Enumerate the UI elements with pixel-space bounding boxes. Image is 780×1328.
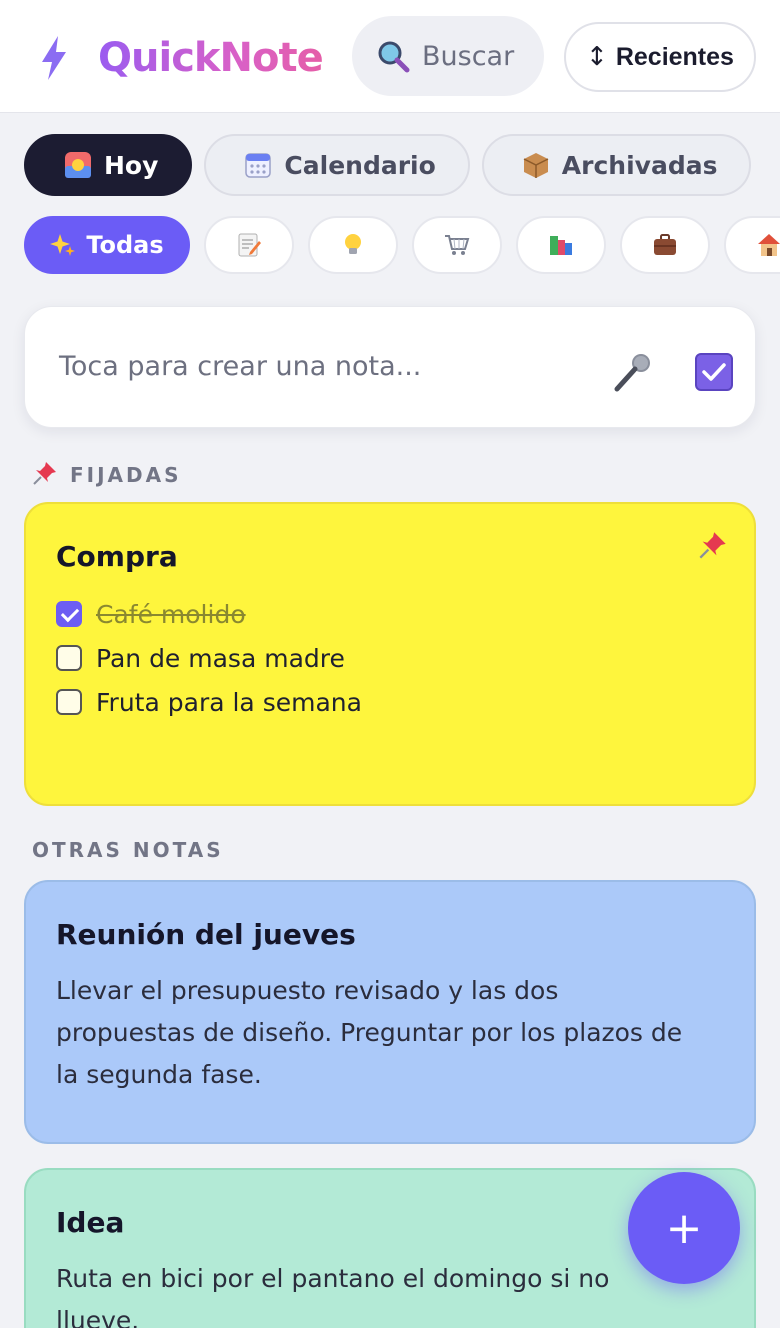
tab-archived-label: Archivadas [561,150,718,180]
memo-icon [238,233,261,257]
pushpin-icon[interactable] [698,530,728,560]
checklist-icon[interactable] [695,353,733,391]
house-icon [758,234,780,256]
note-body: Llevar el presupuesto revisado y las dos… [56,976,683,1089]
note-card-reunion[interactable]: Reunión del jueves Llevar el presupuesto… [24,880,756,1144]
note-title: Compra [56,540,178,573]
search-box[interactable]: Buscar [352,16,544,96]
books-icon [550,236,572,255]
checklist-item: Fruta para la semana [56,680,362,724]
checkbox[interactable] [56,645,82,671]
search-icon [378,41,410,73]
microphone-icon[interactable] [611,351,655,395]
category-all-label: Todas [86,231,164,259]
note-title: Idea [56,1206,125,1239]
calendar-icon [245,153,272,178]
section-others-heading: OTRAS NOTAS [32,838,224,862]
checklist-item: Pan de masa madre [56,636,362,680]
section-pinned-label: FIJADAS [70,463,182,487]
tab-calendar[interactable]: Calendario [204,134,470,196]
sort-button[interactable]: ↕ Recientes [564,22,756,92]
briefcase-icon [654,234,676,255]
checkbox[interactable] [56,689,82,715]
category-work[interactable] [620,216,710,274]
sort-label: Recientes [615,42,734,71]
package-icon [523,153,549,178]
checklist-item: Café molido [56,592,362,636]
checkbox[interactable] [56,601,82,627]
checklist-item-text: Fruta para la semana [96,687,362,717]
tab-archived[interactable]: Archivadas [481,134,752,196]
app-title: QuickNote [98,30,324,86]
sunrise-calendar-icon [65,152,91,178]
shopping-cart-icon [445,235,470,255]
category-ideas[interactable] [308,216,398,274]
checklist: Café molido Pan de masa madre Fruta para… [56,592,362,724]
sparkles-icon [50,234,76,256]
note-card-compra[interactable]: Compra Café molido Pan de masa madre Fru… [24,502,756,806]
tab-today[interactable]: Hoy [24,134,193,196]
category-filter: Todas [24,216,780,274]
category-notes[interactable] [204,216,294,274]
lightbulb-icon [345,234,361,254]
checklist-item-text: Café molido [96,599,246,629]
category-shopping[interactable] [412,216,502,274]
category-all[interactable]: Todas [24,216,190,274]
note-composer[interactable]: Toca para crear una nota... [24,306,756,428]
view-tabs: Hoy Calendario Archivadas [24,134,752,196]
note-body: Ruta en bici por el pantano el domingo s… [56,1264,610,1328]
app-header: QuickNote Buscar ↕ Recientes [0,0,780,113]
add-note-button[interactable]: + [628,1172,740,1284]
tab-today-label: Hoy [104,150,159,180]
search-placeholder: Buscar [422,40,515,72]
pushpin-icon [33,462,56,485]
category-books[interactable] [516,216,606,274]
note-title: Reunión del jueves [56,918,356,951]
tab-calendar-label: Calendario [284,150,436,180]
section-pinned-heading: FIJADAS [32,460,182,487]
sort-arrows-icon: ↕ [586,42,608,72]
category-home[interactable] [724,216,780,274]
lightning-bolt-icon [42,36,66,80]
checklist-item-text: Pan de masa madre [96,643,345,673]
composer-placeholder: Toca para crear una nota... [59,351,422,382]
